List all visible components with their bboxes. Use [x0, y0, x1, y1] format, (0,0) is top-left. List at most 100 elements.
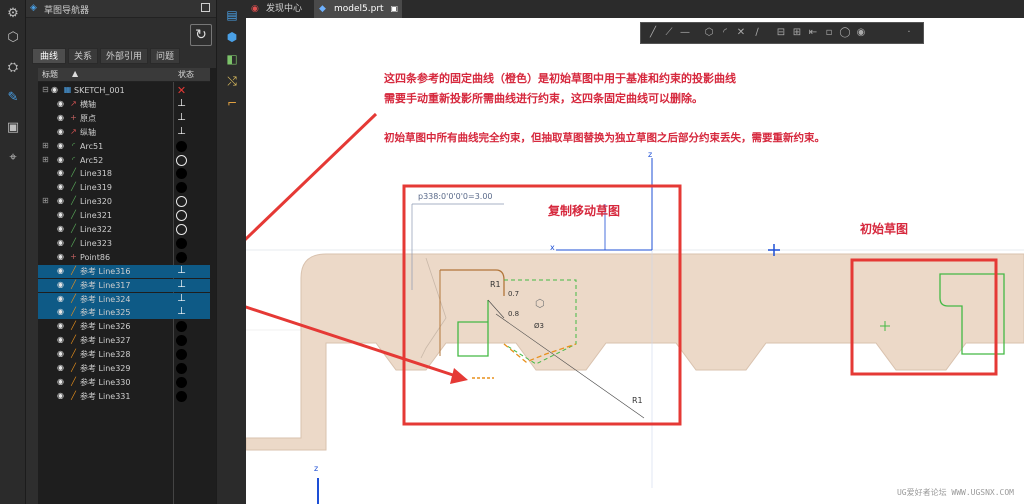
horizontal-tool-icon[interactable]: —: [679, 27, 691, 39]
visibility-icon[interactable]: ◉: [57, 336, 67, 344]
tree-row[interactable]: ⊞ ◉ ◜ Arc52: [38, 154, 210, 167]
visibility-icon[interactable]: ◉: [57, 364, 67, 372]
visibility-icon[interactable]: ◉: [57, 141, 67, 150]
part-navigator-icon[interactable]: ⬡: [5, 30, 21, 46]
tab-curves[interactable]: 曲线: [32, 48, 66, 64]
sketch-icon[interactable]: ▤: [225, 8, 239, 22]
visibility-icon[interactable]: ◉: [57, 197, 67, 205]
tree-row[interactable]: ◉ ╱ 参考 Line317 ⊥: [38, 278, 210, 292]
history-icon[interactable]: ⌖: [5, 150, 21, 166]
dimension-tool-icon[interactable]: ⊞: [791, 27, 803, 39]
expand-toggle-icon[interactable]: [42, 391, 50, 399]
tab-relations[interactable]: 关系: [68, 48, 98, 64]
tree-row[interactable]: ◉ ╱ 参考 Line329: [38, 362, 210, 375]
refresh-button[interactable]: ↻: [190, 24, 212, 46]
maximize-icon[interactable]: [201, 3, 210, 12]
column-state-header[interactable]: 状态: [178, 69, 194, 80]
tree-row[interactable]: ◉ ╱ Line323: [38, 237, 210, 250]
overflow-icon[interactable]: ·: [903, 27, 915, 39]
expand-toggle-icon[interactable]: [42, 349, 50, 357]
tab-problems[interactable]: 问题: [150, 48, 180, 64]
tree-row[interactable]: ◉ ╱ 参考 Line316 ⊥: [38, 264, 210, 278]
tab-discovery-center[interactable]: ◉ 发现中心: [246, 0, 312, 18]
diameter-dimension[interactable]: Ø3: [534, 322, 544, 330]
profile-tool-icon[interactable]: ⬡: [703, 27, 715, 39]
dimension-0-7[interactable]: 0.7: [508, 290, 519, 298]
expand-toggle-icon[interactable]: [42, 321, 50, 329]
expand-toggle-icon[interactable]: [42, 363, 50, 371]
visibility-icon[interactable]: ◉: [57, 322, 67, 330]
expand-toggle-icon[interactable]: [42, 238, 50, 246]
expand-toggle-icon[interactable]: [42, 252, 50, 260]
angle-dimension[interactable]: p338:0'0'0'0=3.00: [418, 192, 493, 201]
visibility-icon[interactable]: ◉: [57, 294, 67, 303]
visibility-icon[interactable]: ◉: [57, 113, 67, 122]
roles-icon[interactable]: ▣: [5, 120, 21, 136]
visibility-icon[interactable]: ◉: [57, 350, 67, 358]
more-tools-icon[interactable]: ◉: [855, 27, 867, 39]
polyline-tool-icon[interactable]: ⟋: [663, 27, 675, 39]
expand-toggle-icon[interactable]: [42, 99, 50, 107]
tree-row[interactable]: ◉ + 原点 ⊥: [38, 112, 210, 125]
expand-toggle-icon[interactable]: [42, 307, 50, 315]
constraint-tool-icon[interactable]: ⌐: [225, 96, 239, 110]
point-tool-icon[interactable]: ▫: [823, 27, 835, 39]
visibility-icon[interactable]: ◉: [57, 266, 67, 275]
expand-toggle-icon[interactable]: [42, 113, 50, 121]
assembly-icon[interactable]: ⛭: [5, 60, 21, 76]
tree-row[interactable]: ◉ + Point86: [38, 251, 210, 264]
visibility-icon[interactable]: ◉: [57, 183, 67, 191]
visibility-icon[interactable]: ◉: [57, 211, 67, 219]
tree-row[interactable]: ◉ ↗ 纵轴 ⊥: [38, 126, 210, 139]
tree-row[interactable]: ◉ ╱ Line318: [38, 167, 210, 180]
tree-row[interactable]: ⊟ ◉ ▦ SKETCH_001 ✕: [38, 84, 210, 97]
expand-toggle-icon[interactable]: ⊞: [42, 196, 50, 205]
visibility-icon[interactable]: ◉: [57, 238, 67, 247]
tree-row[interactable]: ◉ ╱ 参考 Line324 ⊥: [38, 292, 210, 306]
settings-icon[interactable]: ⚙: [5, 6, 21, 22]
dimension-0-8[interactable]: 0.8: [508, 310, 519, 318]
tree-row[interactable]: ⊞ ◉ ◜ Arc51: [38, 140, 210, 153]
column-name-header[interactable]: 标题: [42, 69, 58, 80]
visibility-icon[interactable]: ◉: [57, 391, 67, 400]
tab-options-icon[interactable]: ▣: [390, 4, 398, 13]
graphics-window[interactable]: ╱ ⟋ — ⬡ ◜ ✕ ∕ ⊟ ⊞ ⇤ ▫ ◯ ◉ · 这四条参考的固定曲线（橙…: [246, 18, 1024, 504]
visibility-icon[interactable]: ◉: [57, 252, 67, 261]
trim-tool-icon[interactable]: ✕: [735, 27, 747, 39]
expand-toggle-icon[interactable]: ⊟: [42, 85, 50, 94]
tree-row[interactable]: ◉ ╱ 参考 Line326: [38, 320, 210, 333]
expand-toggle-icon[interactable]: [42, 335, 50, 343]
line-tool-icon[interactable]: ╱: [647, 27, 659, 39]
expand-toggle-icon[interactable]: [42, 224, 50, 232]
expand-toggle-icon[interactable]: [42, 294, 50, 302]
tree-row[interactable]: ◉ ╱ Line322: [38, 223, 210, 236]
visibility-icon[interactable]: ◉: [57, 377, 67, 386]
layer-icon[interactable]: ◧: [225, 52, 239, 66]
offset-tool-icon[interactable]: ∕: [751, 27, 763, 39]
visibility-icon[interactable]: ◉: [51, 86, 61, 94]
visibility-icon[interactable]: ◉: [57, 225, 67, 233]
tree-row[interactable]: ⊞ ◉ ╱ Line320: [38, 195, 210, 208]
expand-toggle-icon[interactable]: [42, 127, 50, 135]
expand-toggle-icon[interactable]: ⊞: [42, 155, 50, 164]
expand-toggle-icon[interactable]: [42, 182, 50, 190]
expand-toggle-icon[interactable]: [42, 266, 50, 274]
sketch-navigator-icon[interactable]: ✎: [5, 90, 21, 106]
visibility-icon[interactable]: ◉: [57, 280, 67, 289]
visibility-icon[interactable]: ◉: [57, 99, 67, 108]
cube-icon[interactable]: ⬢: [225, 30, 239, 44]
mirror-tool-icon[interactable]: ⊟: [775, 27, 787, 39]
tree-row[interactable]: ◉ ╱ 参考 Line331: [38, 390, 210, 403]
align-tool-icon[interactable]: ⇤: [807, 27, 819, 39]
expand-toggle-icon[interactable]: ⊞: [42, 141, 50, 150]
tree-row[interactable]: ◉ ╱ 参考 Line330: [38, 376, 210, 389]
curve-tool-icon[interactable]: ⤭: [225, 74, 239, 88]
radius-dimension-2[interactable]: R1: [632, 396, 643, 405]
tree-row[interactable]: ◉ ╱ 参考 Line325 ⊥: [38, 306, 210, 320]
radius-dimension[interactable]: R1: [490, 280, 501, 289]
circle-tool-icon[interactable]: ◯: [839, 27, 851, 39]
tree-row[interactable]: ◉ ╱ Line319: [38, 181, 210, 194]
tree-row[interactable]: ◉ ╱ 参考 Line327: [38, 334, 210, 347]
tree-row[interactable]: ◉ ╱ 参考 Line328: [38, 348, 210, 361]
tree-row[interactable]: ◉ ╱ Line321: [38, 209, 210, 222]
